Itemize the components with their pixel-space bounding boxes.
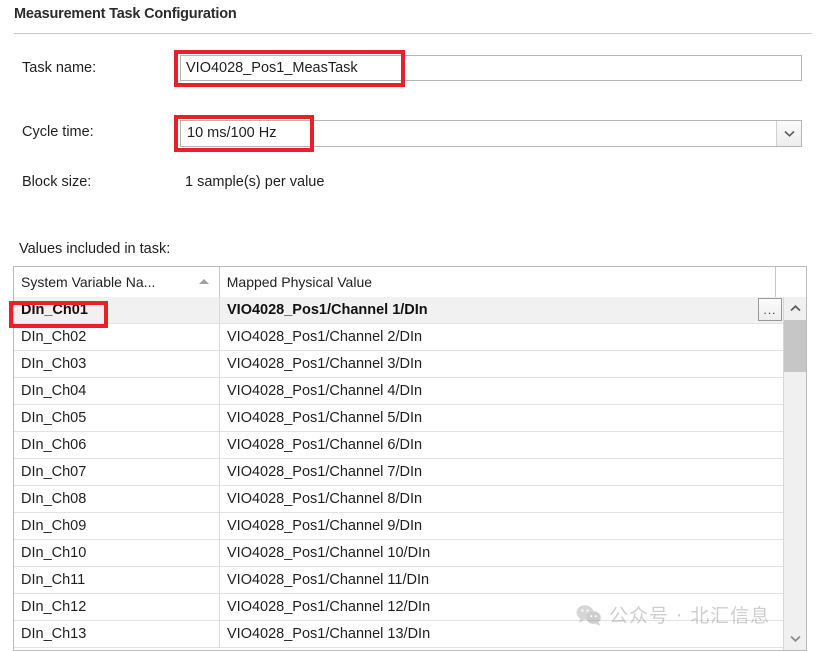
table-row[interactable]: DIn_Ch11 VIO4028_Pos1/Channel 11/DIn	[14, 567, 806, 594]
task-name-input[interactable]	[180, 55, 802, 81]
title-divider	[14, 33, 812, 34]
table-row[interactable]: DIn_Ch05 VIO4028_Pos1/Channel 5/DIn	[14, 405, 806, 432]
cell-system-variable-name: DIn_Ch05	[14, 405, 220, 431]
cell-mapped-physical-value: VIO4028_Pos1/Channel 13/DIn	[227, 626, 431, 642]
page-title: Measurement Task Configuration	[14, 6, 237, 22]
row-browse-ellipsis-button[interactable]: ...	[758, 298, 782, 321]
table-row[interactable]: DIn_Ch04 VIO4028_Pos1/Channel 4/DIn	[14, 378, 806, 405]
cell-mapped-physical-value: VIO4028_Pos1/Channel 7/DIn	[227, 464, 423, 480]
cell-system-variable-name: DIn_Ch10	[14, 540, 220, 566]
table-row[interactable]: DIn_Ch06 VIO4028_Pos1/Channel 6/DIn	[14, 432, 806, 459]
cell-mapped-physical-value: VIO4028_Pos1/Channel 4/DIn	[227, 383, 423, 399]
cycle-time-combobox[interactable]: 10 ms/100 Hz	[180, 120, 802, 147]
column-header-system-variable-name[interactable]: System Variable Na...	[14, 267, 220, 297]
block-size-value: 1 sample(s) per value	[185, 174, 325, 190]
cell-mapped-physical-value: VIO4028_Pos1/Channel 8/DIn	[227, 491, 423, 507]
cell-system-variable-name: DIn_Ch04	[14, 378, 220, 404]
cell-mapped-physical-value: VIO4028_Pos1/Channel 5/DIn	[227, 410, 423, 426]
cell-system-variable-name: DIn_Ch09	[14, 513, 220, 539]
table-row[interactable]: DIn_Ch07 VIO4028_Pos1/Channel 7/DIn	[14, 459, 806, 486]
cell-system-variable-name: DIn_Ch11	[14, 567, 220, 593]
block-size-label: Block size:	[22, 174, 92, 190]
cell-system-variable-name: DIn_Ch08	[14, 486, 220, 512]
column-header-label: System Variable Na...	[21, 274, 156, 290]
cell-mapped-physical-value: VIO4028_Pos1/Channel 3/DIn	[227, 356, 423, 372]
cell-system-variable-name: DIn_Ch13	[14, 621, 220, 647]
cell-mapped-physical-value: VIO4028_Pos1/Channel 9/DIn	[227, 518, 423, 534]
table-row[interactable]: DIn_Ch02 VIO4028_Pos1/Channel 2/DIn	[14, 324, 806, 351]
cell-system-variable-name: DIn_Ch01	[14, 297, 220, 323]
column-header-spacer	[776, 267, 806, 297]
cell-system-variable-name: DIn_Ch12	[14, 594, 220, 620]
values-included-label: Values included in task:	[19, 241, 171, 257]
cell-system-variable-name: DIn_Ch02	[14, 324, 220, 350]
table-row[interactable]: DIn_Ch01 VIO4028_Pos1/Channel 1/DIn...	[14, 297, 806, 324]
scrollbar-thumb[interactable]	[784, 320, 806, 372]
table-row[interactable]: DIn_Ch12 VIO4028_Pos1/Channel 12/DIn	[14, 594, 806, 621]
table-row[interactable]: DIn_Ch03 VIO4028_Pos1/Channel 3/DIn	[14, 351, 806, 378]
dialog-title-bar: Measurement Task Configuration	[0, 0, 826, 34]
sort-ascending-icon	[198, 279, 209, 284]
cell-mapped-physical-value: VIO4028_Pos1/Channel 11/DIn	[227, 572, 430, 588]
cell-mapped-physical-value: VIO4028_Pos1/Channel 2/DIn	[227, 329, 423, 345]
table-row[interactable]: DIn_Ch09 VIO4028_Pos1/Channel 9/DIn	[14, 513, 806, 540]
table-header-row: System Variable Na... Mapped Physical Va…	[14, 267, 806, 297]
table-row[interactable]: DIn_Ch10 VIO4028_Pos1/Channel 10/DIn	[14, 540, 806, 567]
task-name-label: Task name:	[22, 60, 97, 76]
cycle-time-label: Cycle time:	[22, 124, 94, 140]
chevron-down-icon[interactable]	[776, 121, 801, 146]
chevron-up-icon[interactable]	[784, 297, 806, 320]
cell-mapped-physical-value: VIO4028_Pos1/Channel 1/DIn	[227, 302, 428, 318]
column-header-mapped-physical-value[interactable]: Mapped Physical Value	[219, 267, 777, 297]
cycle-time-selected-value: 10 ms/100 Hz	[187, 125, 277, 141]
cell-mapped-physical-value: VIO4028_Pos1/Channel 6/DIn	[227, 437, 423, 453]
table-row[interactable]: DIn_Ch13 VIO4028_Pos1/Channel 13/DIn	[14, 621, 806, 648]
column-header-label: Mapped Physical Value	[226, 274, 373, 290]
values-table: System Variable Na... Mapped Physical Va…	[13, 266, 807, 651]
table-vertical-scrollbar[interactable]	[783, 297, 806, 650]
cell-mapped-physical-value: VIO4028_Pos1/Channel 12/DIn	[227, 599, 431, 615]
cell-system-variable-name: DIn_Ch07	[14, 459, 220, 485]
table-body: DIn_Ch01 VIO4028_Pos1/Channel 1/DIn... DIn…	[14, 297, 806, 650]
cell-system-variable-name: DIn_Ch06	[14, 432, 220, 458]
cell-mapped-physical-value: VIO4028_Pos1/Channel 10/DIn	[227, 545, 431, 561]
table-row[interactable]: DIn_Ch08 VIO4028_Pos1/Channel 8/DIn	[14, 486, 806, 513]
cell-system-variable-name: DIn_Ch03	[14, 351, 220, 377]
scrollbar-track[interactable]	[784, 372, 806, 627]
chevron-down-icon[interactable]	[784, 627, 806, 650]
